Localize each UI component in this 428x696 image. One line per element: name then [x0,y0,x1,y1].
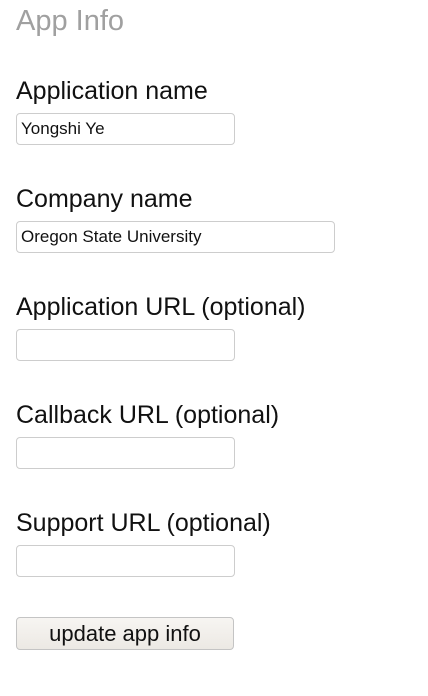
section-title: App Info [16,5,125,37]
application-name-label: Application name [16,77,208,105]
company-name-input[interactable] [16,221,335,253]
callback-url-label: Callback URL (optional) [16,401,280,429]
support-url-input[interactable] [16,545,235,577]
company-name-label: Company name [16,185,193,213]
application-name-input[interactable] [16,113,235,145]
update-app-info-button[interactable]: update app info [16,617,234,650]
callback-url-input[interactable] [16,437,235,469]
application-url-label: Application URL (optional) [16,293,306,321]
support-url-label: Support URL (optional) [16,509,271,537]
application-url-input[interactable] [16,329,235,361]
